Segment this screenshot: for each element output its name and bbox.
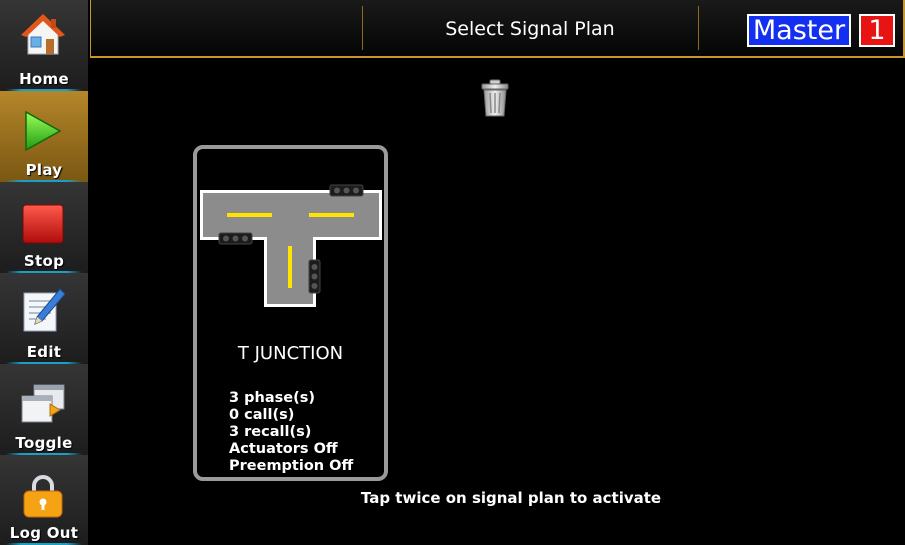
traffic-signal-icon: [218, 232, 253, 245]
page-title: Select Signal Plan: [445, 18, 615, 40]
master-mode-badge[interactable]: Master: [747, 14, 851, 47]
pencil-paper-icon: [23, 288, 66, 332]
lane-marking: [288, 246, 292, 288]
padlock-icon: [23, 475, 63, 518]
lane-marking: [227, 213, 272, 217]
lane-marking: [309, 213, 354, 217]
signal-plan-name: T JUNCTION: [237, 343, 344, 364]
sidebar-item-home[interactable]: Home: [0, 0, 88, 91]
sidebar-item-toggle[interactable]: Toggle: [0, 364, 88, 455]
sidebar-item-logout[interactable]: Log Out: [0, 455, 88, 545]
sidebar-item-label: Stop: [23, 252, 65, 270]
plan-stat-preemption: Preemption Off: [229, 458, 354, 474]
sidebar-item-label: Play: [25, 161, 63, 179]
header-bar: Select Signal Plan Master 1: [90, 0, 905, 58]
house-icon: [21, 14, 65, 55]
header-divider: [698, 6, 699, 50]
sidebar-item-label: Toggle: [15, 434, 73, 452]
stop-icon: [22, 204, 64, 244]
traffic-signal-icon: [308, 259, 321, 294]
sidebar: Home Play Stop Edit Toggle Log Out: [0, 0, 88, 545]
sidebar-item-label: Edit: [26, 343, 62, 361]
signal-plan-stats: 3 phase(s) 0 call(s) 3 recall(s) Actuato…: [229, 390, 353, 475]
sidebar-item-stop[interactable]: Stop: [0, 182, 88, 273]
plan-stat-actuators: Actuators Off: [229, 441, 338, 457]
traffic-signal-icon: [329, 184, 364, 197]
sidebar-item-play[interactable]: Play: [0, 91, 88, 182]
plan-stat-recalls: 3 recall(s): [229, 424, 312, 440]
sidebar-item-label: Home: [19, 70, 69, 88]
t-junction-diagram: [200, 184, 382, 307]
sidebar-item-edit[interactable]: Edit: [0, 273, 88, 364]
play-icon: [25, 110, 62, 152]
activation-hint: Tap twice on signal plan to activate: [360, 489, 662, 507]
signal-plan-card[interactable]: T JUNCTION 3 phase(s) 0 call(s) 3 recall…: [193, 145, 388, 481]
master-number-badge[interactable]: 1: [859, 14, 895, 47]
windows-toggle-icon: [21, 384, 65, 423]
sidebar-item-label: Log Out: [9, 524, 79, 542]
plan-stat-phases: 3 phase(s): [229, 390, 315, 406]
trash-can-icon[interactable]: [481, 78, 509, 118]
plan-stat-calls: 0 call(s): [229, 407, 295, 423]
